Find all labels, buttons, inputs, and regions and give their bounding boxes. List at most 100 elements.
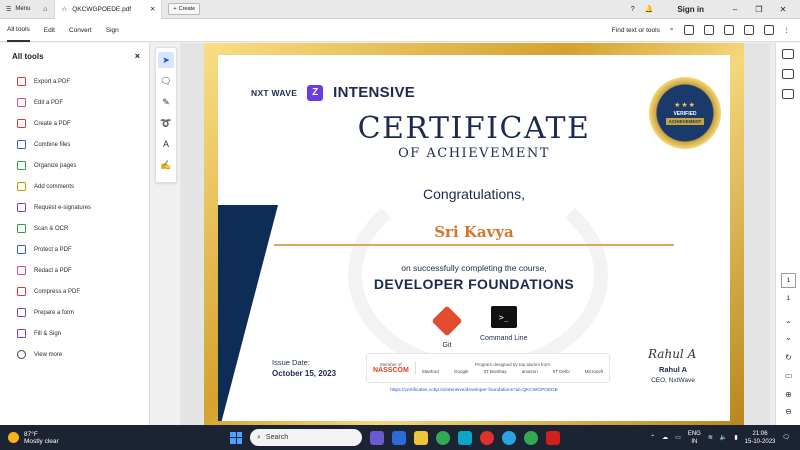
select-cursor-icon[interactable]: ➤ [158,52,174,68]
star-icon[interactable]: ☆ [61,5,67,13]
windows-taskbar: 87°F Mostly clear ⌕ Search ⌃ ☁ ▭ ENG IN … [0,425,800,450]
tool-item-label: View more [34,351,63,358]
tool-item[interactable]: Compress a PDF [0,281,149,302]
print-icon[interactable] [723,25,734,35]
create-button[interactable]: + Create [168,3,201,15]
page-down-icon[interactable]: ⌄ [776,333,800,342]
tool-item-label: Request e-signatures [34,204,92,211]
add-comment-icon[interactable]: 🗨 [158,73,174,89]
tool-item[interactable]: Create a PDF [0,113,149,134]
text-box-icon[interactable]: A [158,136,174,152]
page-count: 1 [786,295,791,302]
battery-icon[interactable]: ▭ [675,434,681,441]
certificate-subtitle: OF ACHIEVEMENT [398,146,550,161]
tool-item[interactable]: Export a PDF [0,71,149,92]
brand-logo: NXT WAVE Z INTENSIVE [251,84,415,101]
tool-item[interactable]: Organize pages [0,155,149,176]
wifi-icon[interactable]: ≋ [708,434,713,441]
zoom-in-icon[interactable]: ⊕ [776,390,800,399]
cloud-icon[interactable]: ☁ [662,434,668,441]
search-icon: ⌕ [257,433,261,441]
tab-all-tools[interactable]: All tools [7,19,30,42]
home-icon[interactable]: ⌂ [36,0,54,19]
close-panel-icon[interactable]: × [135,51,140,61]
tab-sign[interactable]: Sign [106,19,119,42]
page-up-icon[interactable]: ⌃ [776,320,800,329]
chrome-icon[interactable] [436,430,450,445]
create-label: Create [178,6,196,12]
volume-icon[interactable]: 🔈 [720,434,727,441]
rotate-icon[interactable]: ↻ [776,353,800,362]
tool-item[interactable]: Combine files [0,134,149,155]
sign-in-button[interactable]: Sign in [677,5,704,14]
pen-icon[interactable]: ✎ [158,94,174,110]
mail-app-icon[interactable] [392,430,406,445]
minimize-icon[interactable]: – [728,5,742,14]
link-icon[interactable] [763,25,774,35]
comments-icon[interactable] [782,49,794,59]
tool-item[interactable]: Fill & Sign [0,323,149,344]
tool-item[interactable]: Scan & OCR [0,218,149,239]
ai-assistant-icon[interactable] [743,25,754,35]
more-options-icon[interactable]: ⋮ [784,26,791,34]
tool-item-label: Export a PDF [34,78,71,85]
close-tab-icon[interactable]: ✕ [150,5,155,13]
language-indicator[interactable]: ENG IN [688,430,701,446]
freehand-icon[interactable]: ➰ [158,115,174,131]
meet-app-icon[interactable] [370,430,384,445]
organize-pages-icon [17,161,26,170]
windows-start-icon[interactable] [230,431,242,444]
tool-item[interactable]: View more [0,344,149,365]
all-tools-panel: All tools × Export a PDF Edit a PDF Create… [0,43,150,425]
document-tab-name: QKCWGPOEDE.pdf [72,5,132,13]
chevron-up-icon[interactable]: ⌃ [650,434,655,441]
search-icon[interactable]: ⌕ [670,26,674,34]
name-underline [274,244,674,246]
tool-item[interactable]: Protect a PDF [0,239,149,260]
partners-strip: Member of NASSCOM Program designed by to… [366,353,610,383]
taskbar-search[interactable]: ⌕ Search [250,429,362,446]
acrobat-icon[interactable] [546,430,560,445]
telegram-icon[interactable] [502,430,516,445]
find-text-button[interactable]: Find text or tools [612,27,660,34]
tools-list: Export a PDF Edit a PDF Create a PDF Combin… [0,71,149,365]
tool-item[interactable]: Request e-signatures [0,197,149,218]
tab-edit[interactable]: Edit [44,19,55,42]
congratulations-text: Congratulations, [423,186,525,202]
bell-icon[interactable]: 🔔 [645,5,654,13]
tool-item[interactable]: Prepare a form [0,302,149,323]
tool-item[interactable]: Edit a PDF [0,92,149,113]
tab-convert[interactable]: Convert [69,19,92,42]
sign-icon[interactable]: ✍ [158,157,174,173]
zoom-out-icon[interactable]: ⊖ [776,407,800,416]
close-window-icon[interactable]: ✕ [776,5,790,14]
notifications-icon[interactable]: 🗨 [782,434,790,441]
comment-icon [17,182,26,191]
panel-title: All tools [12,51,44,61]
battery-status-icon[interactable]: ▮ [734,434,737,441]
verification-link[interactable]: https://certificates.ccbp.in/intensive/d… [218,388,730,393]
tool-item[interactable]: Add comments [0,176,149,197]
redact-icon [17,266,26,275]
document-viewer[interactable]: NXT WAVE Z INTENSIVE ★★★ VERIFIED ACHIEV… [180,43,770,425]
upload-icon[interactable] [703,25,714,35]
fit-page-icon[interactable]: ▭ [776,371,800,380]
clock-date: 15-10-2023 [744,438,776,445]
clock[interactable]: 21:06 15-10-2023 [745,430,776,446]
opera-icon[interactable] [480,430,494,445]
tool-item[interactable]: Redact a PDF [0,260,149,281]
menu-button[interactable]: ☰ Menu [0,0,36,19]
bookmark-icon[interactable] [782,89,794,99]
save-icon[interactable] [683,25,694,35]
document-tab[interactable]: ☆ QKCWGPOEDE.pdf ✕ [54,0,163,19]
pages-icon[interactable] [782,69,794,79]
restore-icon[interactable]: ❐ [752,5,766,14]
file-explorer-icon[interactable] [414,430,428,445]
clock-time: 21:06 [752,430,768,437]
help-icon[interactable]: ? [631,6,635,13]
chrome-profile-icon[interactable] [524,430,538,445]
current-page-box[interactable]: 1 [781,273,796,288]
weather-widget[interactable]: 87°F Mostly clear [0,431,110,445]
nasscom-logo: NASSCOM [373,367,409,374]
edge-icon[interactable] [458,430,472,445]
